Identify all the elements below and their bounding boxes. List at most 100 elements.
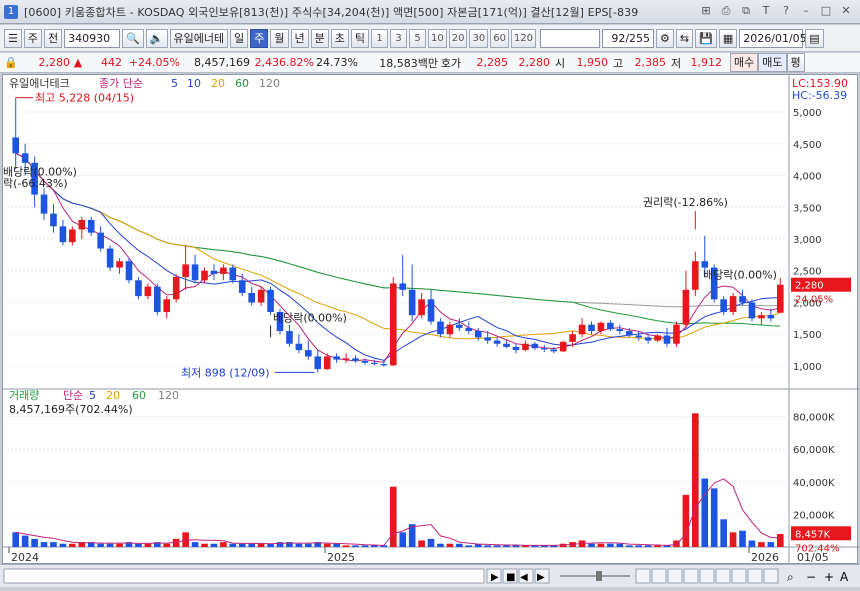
candle-body bbox=[484, 337, 491, 341]
volume-value: 8,457,169 bbox=[194, 56, 250, 69]
candle-body bbox=[371, 362, 378, 365]
window-titlebar: 1 [0600] 키움종합차트 - KOSDAQ 외국인보유[813(천)] 주… bbox=[0, 0, 860, 24]
sound-icon[interactable]: 🔈 bbox=[145, 28, 168, 48]
volume-legend-item: 120 bbox=[158, 389, 179, 402]
period-day[interactable]: 일 bbox=[230, 28, 249, 48]
candle-body bbox=[503, 343, 510, 347]
interval-1[interactable]: 1 bbox=[371, 28, 389, 48]
volume-bar bbox=[267, 543, 274, 547]
candle-body bbox=[739, 296, 746, 303]
price-tick-label: 5,000 bbox=[793, 108, 822, 119]
period-tick[interactable]: 틱 bbox=[350, 28, 370, 48]
volume-bar bbox=[106, 543, 114, 547]
scroll-controls[interactable]: ▶ ■ ◀ ▶ ⌕ − + A bbox=[0, 565, 860, 588]
svg-text:■: ■ bbox=[506, 572, 515, 583]
candle-body bbox=[144, 286, 152, 297]
chart-settings-icon[interactable]: ⚙ bbox=[656, 28, 674, 48]
calc-icon[interactable]: ▦ bbox=[718, 28, 738, 48]
forward-icon[interactable]: ▶ bbox=[534, 568, 550, 584]
zoom-slider[interactable] bbox=[560, 571, 630, 581]
interval-5[interactable]: 5 bbox=[409, 28, 427, 48]
candlestick-chart[interactable]: 5,0004,5004,0003,5003,0002,5002,0001,500… bbox=[3, 75, 859, 565]
sell-button[interactable]: 매도 bbox=[758, 53, 787, 72]
candle-body bbox=[78, 219, 86, 230]
type-select-1[interactable]: 주 bbox=[23, 28, 42, 48]
window-number: 1 bbox=[4, 4, 18, 19]
volume-bar bbox=[767, 542, 775, 547]
period-second[interactable]: 초 bbox=[330, 28, 349, 48]
search-zoom-icon[interactable]: ⌕ bbox=[787, 570, 794, 584]
candle-body bbox=[116, 261, 123, 268]
candle-body bbox=[607, 322, 614, 330]
date-input[interactable]: 2026/01/05 bbox=[739, 28, 807, 48]
candle-body bbox=[172, 277, 180, 300]
volume-bar bbox=[21, 535, 29, 547]
scroll-left-icon[interactable]: ▶ bbox=[486, 568, 502, 584]
menu-icon[interactable]: ☰ bbox=[4, 28, 22, 48]
volume-tick-label: 80,000K bbox=[793, 413, 835, 424]
period-week[interactable]: 주 bbox=[250, 28, 269, 48]
rewind-icon[interactable]: ◀ bbox=[518, 568, 534, 584]
candle-body bbox=[191, 264, 199, 281]
ma-line-60 bbox=[15, 152, 781, 327]
search-icon[interactable]: 🔍 bbox=[122, 28, 144, 48]
price-tick-label: 1,500 bbox=[793, 330, 822, 341]
high-label: 고 bbox=[612, 56, 624, 70]
close-icon[interactable]: ✕ bbox=[838, 3, 854, 19]
eval-button[interactable]: 평 bbox=[786, 53, 805, 72]
stock-code-input[interactable]: 340930 bbox=[64, 28, 121, 48]
interval-20[interactable]: 20 bbox=[448, 28, 468, 48]
copy-icon[interactable]: ⧉ bbox=[738, 3, 754, 19]
compare-icon[interactable]: ⇆ bbox=[675, 28, 694, 48]
link-icon[interactable]: ⊞ bbox=[698, 3, 714, 19]
interval-30[interactable]: 30 bbox=[469, 28, 489, 48]
ask-price: 2,285 bbox=[476, 56, 509, 69]
font-size-icon[interactable]: A bbox=[840, 570, 849, 584]
legend-item: 60 bbox=[235, 77, 249, 90]
volume-bar bbox=[399, 532, 407, 547]
candle-body bbox=[748, 302, 756, 319]
stop-icon[interactable]: ■ bbox=[502, 568, 518, 584]
legend-item: 10 bbox=[187, 77, 201, 90]
minimize-icon[interactable]: – bbox=[798, 3, 814, 19]
type-select-2[interactable]: 전 bbox=[44, 28, 63, 48]
chart-area[interactable]: 5,000 4,500 4,000 3,500 3,000 2,500 2,000 1,500… bbox=[2, 74, 859, 565]
interval-60[interactable]: 60 bbox=[490, 28, 509, 48]
interval-3[interactable]: 3 bbox=[390, 28, 408, 48]
interval-10[interactable]: 10 bbox=[428, 28, 447, 48]
buy-button[interactable]: 매수 bbox=[730, 53, 759, 72]
x-tick-label: 2025 bbox=[327, 551, 355, 564]
maximize-icon[interactable]: □ bbox=[818, 3, 834, 19]
save-icon[interactable]: 💾 bbox=[695, 28, 717, 48]
lock-icon[interactable]: 🔒 bbox=[0, 56, 22, 69]
period-month[interactable]: 월 bbox=[270, 28, 289, 48]
volume-bar bbox=[163, 543, 171, 547]
price-tick-label: 2,500 bbox=[793, 267, 822, 278]
interval-120[interactable]: 120 bbox=[510, 28, 537, 48]
volume-bar bbox=[201, 543, 208, 547]
view-icons[interactable] bbox=[635, 568, 779, 584]
volume-bar bbox=[59, 543, 67, 547]
volume-bar bbox=[427, 538, 435, 547]
x-tick-label: 2024 bbox=[11, 551, 39, 564]
calendar-icon[interactable]: ▤ bbox=[805, 28, 824, 48]
current-price-label: 2,280 bbox=[795, 281, 824, 292]
candle-body bbox=[465, 327, 473, 332]
period-year[interactable]: 년 bbox=[290, 28, 309, 48]
volume-bar bbox=[597, 543, 605, 547]
font-icon[interactable]: T bbox=[758, 3, 774, 19]
minus-icon[interactable]: − bbox=[806, 570, 816, 584]
help-icon[interactable]: ? bbox=[778, 3, 794, 19]
high-price: 2,385 bbox=[634, 56, 667, 69]
period-minute[interactable]: 분 bbox=[310, 28, 329, 48]
plus-icon[interactable]: + bbox=[824, 570, 834, 584]
data-count[interactable]: 92/255 bbox=[602, 28, 655, 48]
volume-tag-label: 8,457K bbox=[795, 529, 831, 540]
candle-body bbox=[437, 321, 444, 335]
volume-bar bbox=[654, 545, 661, 547]
interval-input[interactable] bbox=[540, 28, 601, 48]
price-tick-label: 4,500 bbox=[793, 140, 822, 151]
ma-line-120 bbox=[15, 152, 781, 308]
print-icon[interactable]: ⎙ bbox=[718, 3, 734, 19]
up-arrow-icon: ▲ bbox=[73, 56, 83, 69]
